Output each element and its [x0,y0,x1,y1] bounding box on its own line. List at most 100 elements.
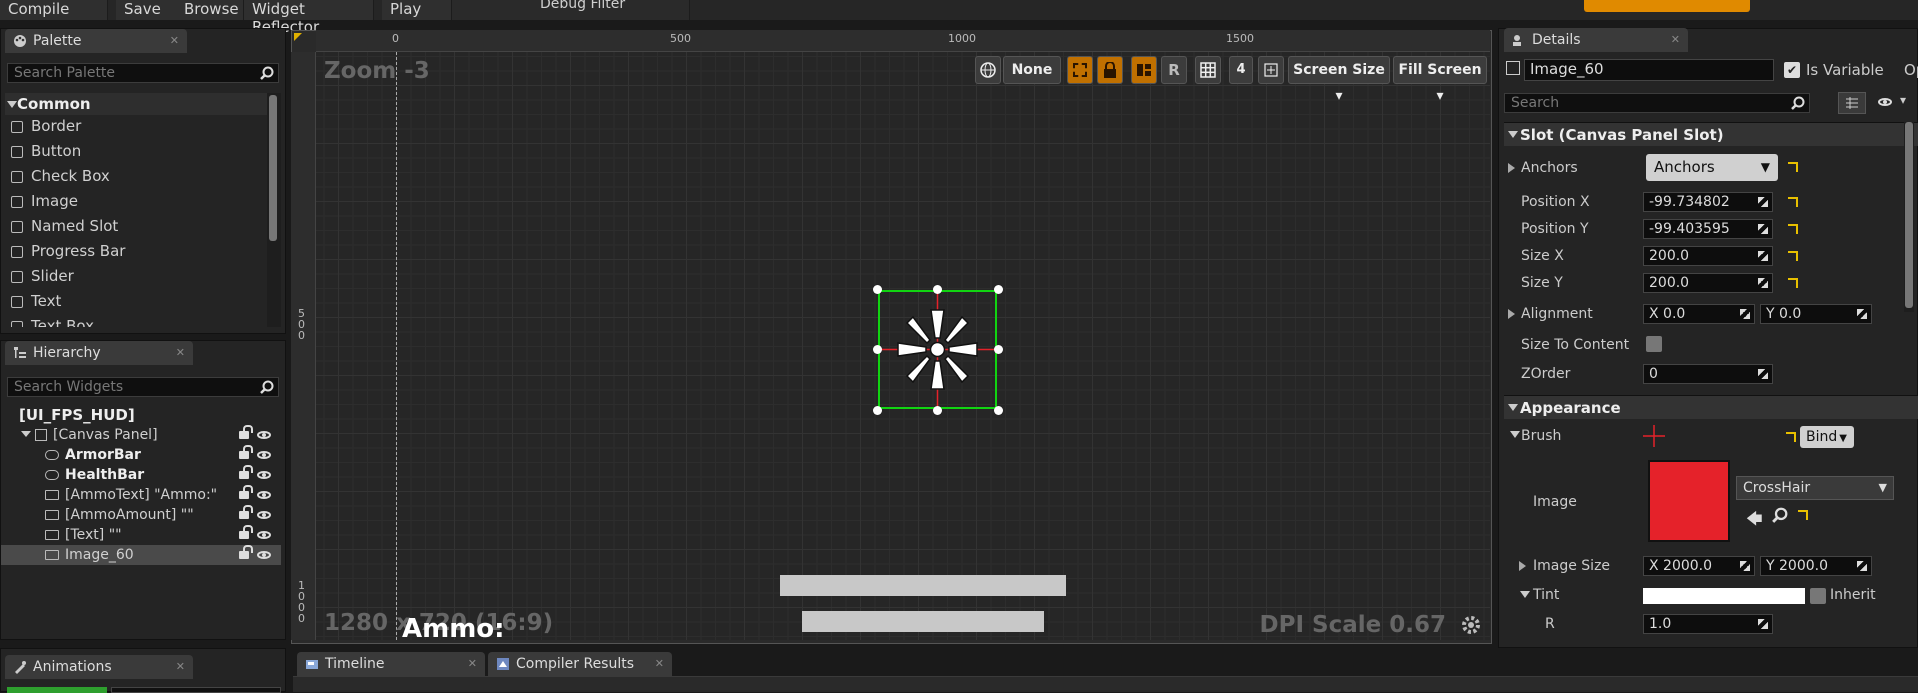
reset-icon[interactable] [1786,432,1796,442]
hierarchy-root[interactable]: [UI_FPS_HUD] [1,405,281,425]
palette-item[interactable]: Check Box [11,167,110,185]
grid-snap-dropdown[interactable]: 4 [1229,56,1253,84]
size-x-field[interactable]: 200.0 [1643,246,1773,266]
appearance-section-header[interactable]: Appearance [1504,395,1918,419]
hierarchy-item[interactable]: Image_60 [1,545,281,565]
hierarchy-canvas-panel[interactable]: [Canvas Panel] [1,425,281,445]
visibility-options-button[interactable]: ▾ [1874,93,1914,113]
details-scrollbar[interactable] [1904,122,1914,312]
expand-icon[interactable] [1520,591,1530,598]
palette-item[interactable]: Slider [11,267,74,285]
lock-icon[interactable] [239,525,253,539]
palette-item[interactable]: Border [11,117,81,135]
palette-item[interactable]: Text [11,292,61,310]
play-button[interactable]: Play [382,0,452,20]
resize-handle[interactable] [873,285,882,294]
armor-bar-widget[interactable] [780,575,1066,596]
alignment-y-field[interactable]: Y 0.0 [1760,304,1872,324]
image-size-y-field[interactable]: Y 2000.0 [1760,556,1872,576]
save-button[interactable]: Save [116,0,178,20]
lock-icon[interactable] [239,425,253,439]
reset-icon[interactable] [1788,278,1798,288]
expand-icon[interactable] [1508,309,1515,319]
close-icon[interactable]: ✕ [655,652,664,676]
size-y-field[interactable]: 200.0 [1643,273,1773,293]
close-icon[interactable]: ✕ [468,652,477,676]
design-canvas[interactable]: Zoom -3 1280 x 720 (16:9) Ammo: DPI Scal… [316,52,1490,640]
hierarchy-search-input[interactable]: Search Widgets [7,377,279,397]
brush-image-preview[interactable] [1648,460,1730,542]
tab-palette[interactable]: Palette ✕ [5,29,187,53]
outline-toggle[interactable] [1067,56,1093,84]
r-toggle[interactable]: R [1161,56,1187,84]
image-size-x-field[interactable]: X 2000.0 [1643,556,1755,576]
eye-icon[interactable] [257,551,271,559]
resize-handle[interactable] [873,345,882,354]
anchors-dropdown[interactable]: Anchors ▼ [1646,154,1778,181]
is-variable-checkbox[interactable]: ✔ [1784,62,1800,78]
image-60-widget[interactable] [878,290,997,409]
slot-section-header[interactable]: Slot (Canvas Panel Slot) [1504,122,1918,146]
reset-icon[interactable] [1788,251,1798,261]
hierarchy-item[interactable]: [AmmoText] "Ammo:" [1,485,281,505]
lock-icon[interactable] [239,545,253,559]
tab-compiler-results[interactable]: Compiler Results ✕ [488,652,672,676]
resize-handle[interactable] [873,406,882,415]
fill-screen-dropdown[interactable]: Fill Screen ▾ [1393,56,1487,104]
reset-icon[interactable] [1788,162,1798,172]
expand-icon[interactable] [1519,561,1526,571]
widget-reflector-button[interactable]: Widget Reflector [244,0,374,36]
widget-name-field[interactable]: Image_60 [1524,59,1774,81]
health-bar-widget[interactable] [802,611,1044,632]
palette-scrollbar[interactable] [267,93,281,327]
tint-color-swatch[interactable] [1643,588,1805,604]
options-label[interactable]: Op [1904,61,1918,79]
compile-button[interactable]: Compile [0,0,108,20]
reset-icon[interactable] [1798,510,1808,520]
resize-handle[interactable] [994,406,1003,415]
screen-size-dropdown[interactable]: Screen Size ▾ [1288,56,1390,104]
resize-handle[interactable] [933,285,942,294]
close-icon[interactable]: ✕ [1671,28,1680,52]
hierarchy-item[interactable]: [Text] "" [1,525,281,545]
lock-icon[interactable] [239,445,253,459]
lock-icon[interactable] [239,465,253,479]
resize-mode-button[interactable] [1258,56,1284,84]
grid-toggle[interactable] [1195,56,1221,84]
image-asset-dropdown[interactable]: CrossHair ▼ [1736,476,1894,500]
position-y-field[interactable]: -99.403595 [1643,219,1773,239]
size-to-content-checkbox[interactable] [1646,336,1662,352]
expand-icon[interactable] [1510,431,1520,438]
tab-hierarchy[interactable]: Hierarchy ✕ [5,341,193,365]
debug-filter-area[interactable]: Debug Filter [452,0,690,20]
reset-icon[interactable] [1788,224,1798,234]
details-search-input[interactable]: Search [1504,93,1810,113]
none-dropdown[interactable]: None [1003,56,1061,84]
browse-search-icon[interactable] [1772,507,1788,523]
eye-icon[interactable] [257,491,271,499]
close-icon[interactable]: ✕ [176,341,185,365]
resize-handle[interactable] [933,406,942,415]
palette-search-input[interactable]: Search Palette [7,63,279,83]
ammo-text-widget[interactable]: Ammo: [402,614,505,640]
lock-icon[interactable] [239,485,253,499]
palette-item[interactable]: Button [11,142,81,160]
tab-animations[interactable]: Animations ✕ [5,655,193,679]
eye-icon[interactable] [257,511,271,519]
position-x-field[interactable]: -99.734802 [1643,192,1773,212]
bind-dropdown[interactable]: Bind ▼ [1800,426,1854,448]
lock-toggle[interactable] [1097,56,1123,84]
resize-handle[interactable] [994,345,1003,354]
zorder-field[interactable]: 0 [1643,364,1773,384]
tab-timeline[interactable]: Timeline ✕ [297,652,485,676]
inherit-checkbox[interactable] [1810,588,1826,604]
property-matrix-button[interactable] [1838,92,1866,114]
eye-icon[interactable] [257,531,271,539]
eye-icon[interactable] [257,471,271,479]
resize-handle[interactable] [994,285,1003,294]
hierarchy-item[interactable]: HealthBar [1,465,281,485]
globe-button[interactable] [975,56,1001,84]
alignment-x-field[interactable]: X 0.0 [1643,304,1755,324]
lock-icon[interactable] [239,505,253,519]
expand-icon[interactable] [1508,163,1515,173]
